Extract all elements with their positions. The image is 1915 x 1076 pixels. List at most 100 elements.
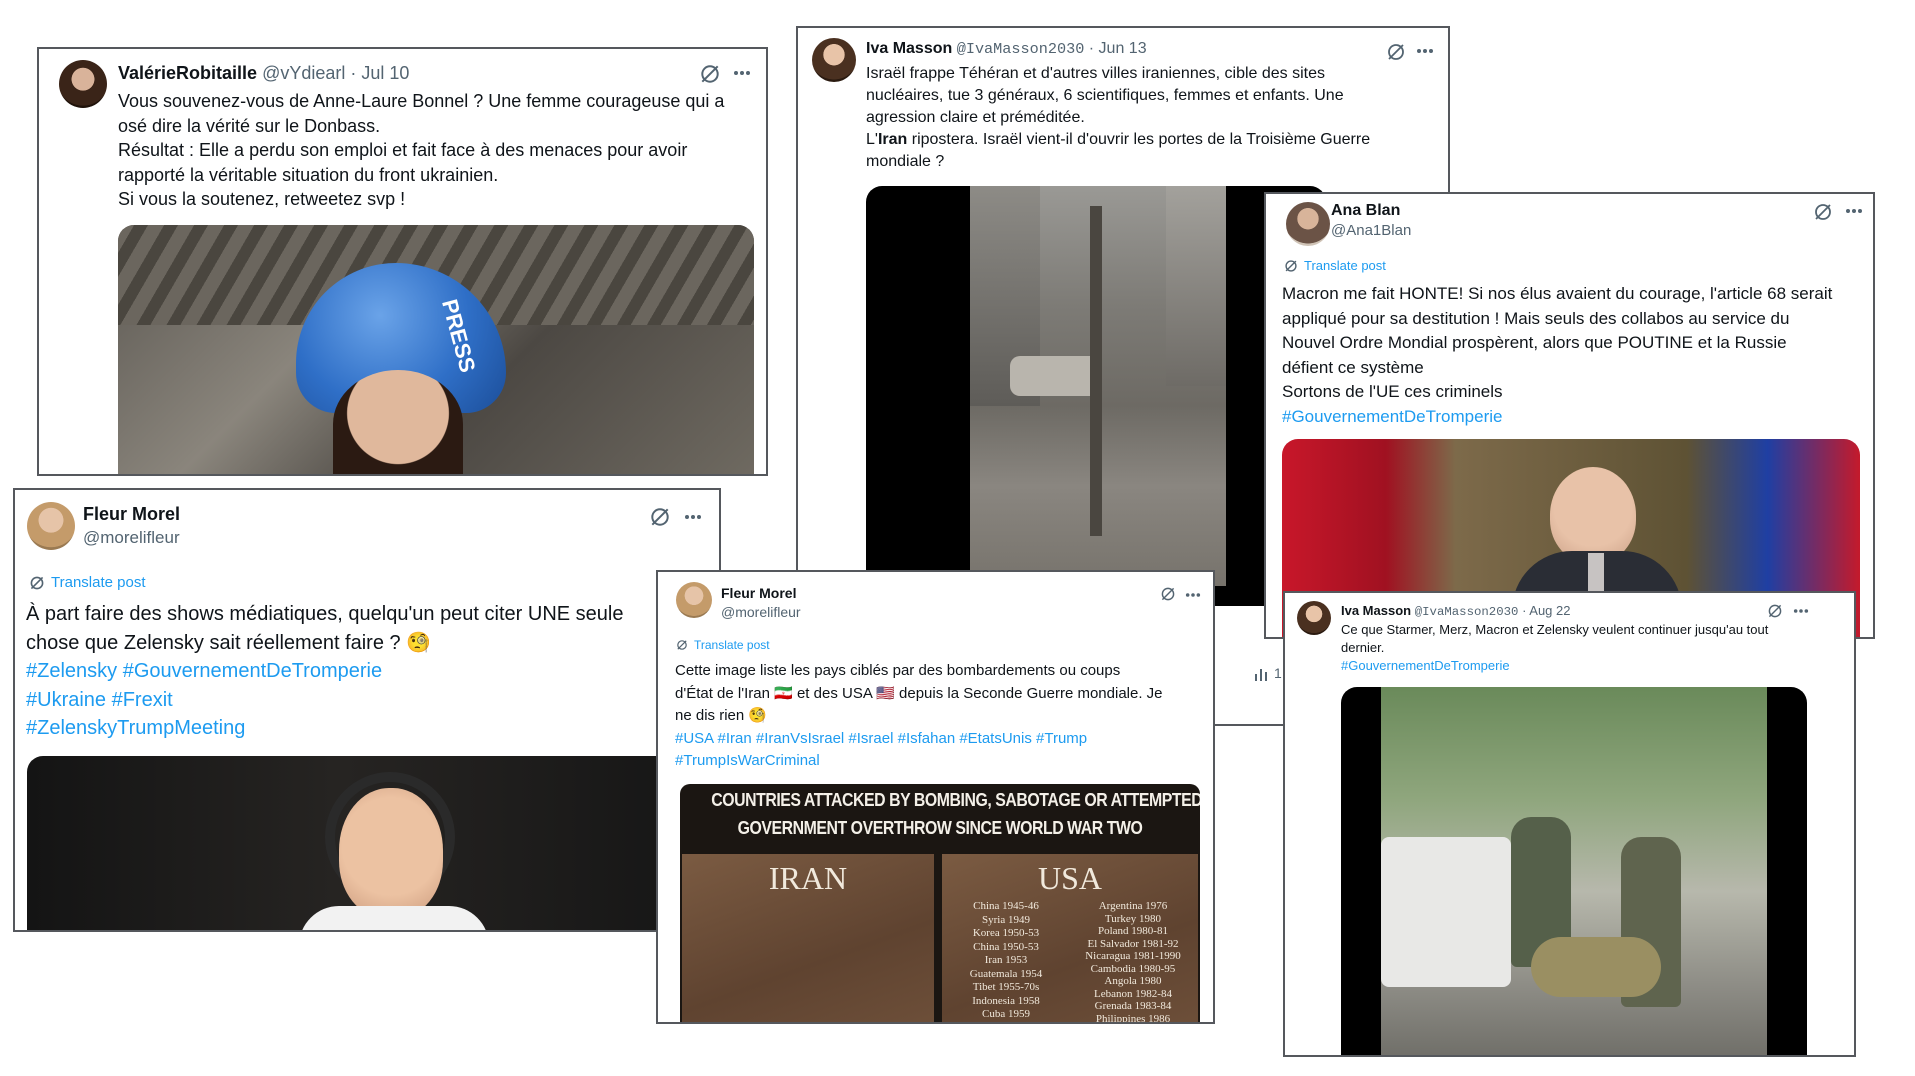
- post-image-poster[interactable]: COUNTRIES ATTACKED BY BOMBING, SABOTAGE …: [680, 784, 1200, 1024]
- person-face: [333, 370, 463, 474]
- more-icon[interactable]: [684, 514, 702, 520]
- post-line: Si vous la soutenez, retweetez svp !: [118, 189, 406, 209]
- author-handle[interactable]: @IvaMasson2030: [957, 40, 1085, 58]
- author-name[interactable]: Fleur Morel: [83, 504, 180, 525]
- grok-icon[interactable]: [1386, 42, 1406, 62]
- iran-title: IRAN: [768, 860, 848, 896]
- avatar[interactable]: [59, 60, 107, 108]
- video-frame-street-scene: [1381, 687, 1767, 1055]
- post-line: Israël frappe Téhéran et d'autres villes…: [866, 65, 1326, 82]
- post-card-fleur-morel-zelensky: Fleur Morel @morelifleur Translate post …: [13, 488, 721, 932]
- shirt-collar: [299, 906, 489, 930]
- grok-icon[interactable]: [649, 506, 671, 528]
- post-line: L'Iran ripostera. Israël vient-il d'ouvr…: [866, 131, 1371, 148]
- author-line: Iva Masson @IvaMasson2030 · Jun 13: [866, 40, 1147, 58]
- author-handle[interactable]: @Ana1Blan: [1331, 222, 1411, 239]
- author-name[interactable]: Iva Masson: [866, 40, 952, 57]
- post-line: défient ce système: [1282, 357, 1424, 377]
- author-handle[interactable]: @morelifleur: [83, 528, 180, 548]
- post-date[interactable]: · Aug 22: [1522, 603, 1570, 618]
- translate-icon: [1285, 259, 1297, 272]
- more-icon[interactable]: [1416, 48, 1434, 54]
- post-line: d'État de l'Iran 🇮🇷 et des USA 🇺🇸 depuis…: [675, 684, 1163, 702]
- post-date[interactable]: · Jun 13: [1089, 40, 1147, 57]
- post-line: À part faire des shows médiatiques, quel…: [26, 603, 624, 625]
- post-date[interactable]: · Jul 10: [350, 63, 409, 83]
- post-image[interactable]: [27, 756, 717, 930]
- post-line: Sortons de l'UE ces criminels: [1282, 382, 1503, 401]
- usa-list-col-2: Argentina 1976 Turkey 1980 Poland 1980-81 E…: [1085, 900, 1181, 1024]
- post-text: Macron me fait HONTE! Si nos élus avaien…: [1282, 282, 1872, 429]
- translate-label: Translate post: [1304, 258, 1386, 273]
- video-frame-street-ruins: [970, 186, 1226, 586]
- author-name[interactable]: Fleur Morel: [721, 585, 796, 601]
- helmet-press-label: PRESS: [437, 296, 481, 376]
- post-video[interactable]: [1341, 687, 1807, 1055]
- post-line: Macron me fait HONTE! Si nos élus avaien…: [1282, 284, 1833, 303]
- author-name[interactable]: Iva Masson: [1341, 603, 1411, 618]
- views-count: 1: [1274, 665, 1282, 681]
- post-text: Cette image liste les pays ciblés par de…: [675, 660, 1213, 773]
- post-line: osé dire la vérité sur le Donbass.: [118, 115, 381, 136]
- poster-headline-2: GOVERNMENT OVERTHROW SINCE WORLD WAR TWO: [737, 818, 1143, 838]
- more-icon[interactable]: [1185, 592, 1201, 598]
- avatar[interactable]: [27, 502, 75, 550]
- post-card-fleur-morel-iran-usa: Fleur Morel @morelifleur Translate post …: [656, 570, 1215, 1024]
- translate-icon: [677, 640, 687, 650]
- author-handle[interactable]: @IvaMasson2030: [1415, 605, 1519, 619]
- post-line: chose que Zelensky sait réellement faire…: [26, 631, 432, 654]
- poster-iran-panel: IRAN: [682, 854, 934, 1022]
- post-line: Résultat : Elle a perdu son emploi et fa…: [118, 140, 688, 160]
- hashtag-line[interactable]: #USA #Iran #IranVsIsrael #Israel #Isfaha…: [675, 728, 1213, 751]
- post-line: appliqué pour sa destitution ! Mais seul…: [1282, 308, 1790, 328]
- post-line: Cette image liste les pays ciblés par de…: [675, 662, 1121, 679]
- avatar[interactable]: [1286, 202, 1330, 246]
- author-line: ValérieRobitaille @vYdiearl · Jul 10: [118, 63, 409, 84]
- bold-word: Iran: [877, 131, 908, 148]
- avatar[interactable]: [676, 582, 712, 618]
- post-image[interactable]: PRESS: [118, 225, 754, 474]
- post-line: Vous souvenez-vous de Anne-Laure Bonnel …: [118, 91, 725, 111]
- hashtag-line[interactable]: #ZelenskyTrumpMeeting: [26, 714, 716, 743]
- grok-icon[interactable]: [1813, 202, 1833, 222]
- post-text: À part faire des shows médiatiques, quel…: [26, 600, 716, 743]
- translate-icon: [30, 576, 44, 589]
- post-line: mondiale ?: [866, 153, 945, 170]
- translate-label: Translate post: [51, 574, 146, 591]
- more-icon[interactable]: [1793, 608, 1809, 614]
- grok-icon[interactable]: [699, 63, 721, 85]
- post-line: dernier.: [1341, 640, 1385, 655]
- post-card-ana-blan: Ana Blan @Ana1Blan Translate post Macron…: [1264, 192, 1875, 639]
- post-line: rapporté la véritable situation du front…: [118, 164, 499, 185]
- hashtag-link[interactable]: #GouvernementDeTromperie: [1341, 657, 1851, 675]
- post-text: Israël frappe Téhéran et d'autres villes…: [866, 63, 1446, 173]
- grok-icon[interactable]: [1160, 586, 1176, 602]
- poster-usa-panel: USA China 1945-46 Syria 1949 Korea 1950-53…: [942, 854, 1198, 1024]
- hashtag-link[interactable]: #GouvernementDeTromperie: [1282, 405, 1872, 430]
- author-name[interactable]: ValérieRobitaille: [118, 63, 257, 83]
- author-handle[interactable]: @morelifleur: [721, 604, 801, 620]
- translate-post-link[interactable]: Translate post: [676, 638, 770, 652]
- translate-post-link[interactable]: Translate post: [29, 574, 146, 591]
- author-name[interactable]: Ana Blan: [1331, 202, 1400, 220]
- more-icon[interactable]: [733, 70, 751, 76]
- post-line: agression claire et préméditée.: [866, 109, 1085, 126]
- views-icon[interactable]: [1253, 666, 1269, 682]
- post-text: Vous souvenez-vous de Anne-Laure Bonnel …: [118, 89, 763, 212]
- post-card-iva-masson-aug22: Iva Masson @IvaMasson2030 · Aug 22 Ce qu…: [1283, 591, 1856, 1057]
- author-handle[interactable]: @vYdiearl: [262, 63, 345, 83]
- avatar[interactable]: [812, 38, 856, 82]
- post-line: Ce que Starmer, Merz, Macron et Zelensky…: [1341, 622, 1769, 637]
- post-video[interactable]: [866, 186, 1326, 606]
- avatar[interactable]: [1297, 601, 1331, 635]
- post-line: ne dis rien 🧐: [675, 707, 768, 724]
- post-line: nucléaires, tue 3 généraux, 6 scientifiq…: [866, 87, 1344, 104]
- hashtag-line[interactable]: #Zelensky #GouvernementDeTromperie: [26, 657, 716, 686]
- speaker-head: [1550, 467, 1636, 563]
- hashtag-line[interactable]: #Ukraine #Frexit: [26, 686, 716, 715]
- hashtag-line[interactable]: #TrumpIsWarCriminal: [675, 750, 1213, 773]
- more-icon[interactable]: [1845, 208, 1863, 214]
- grok-icon[interactable]: [1767, 603, 1783, 619]
- translate-post-link[interactable]: Translate post: [1284, 258, 1386, 273]
- author-line: Iva Masson @IvaMasson2030 · Aug 22: [1341, 603, 1571, 619]
